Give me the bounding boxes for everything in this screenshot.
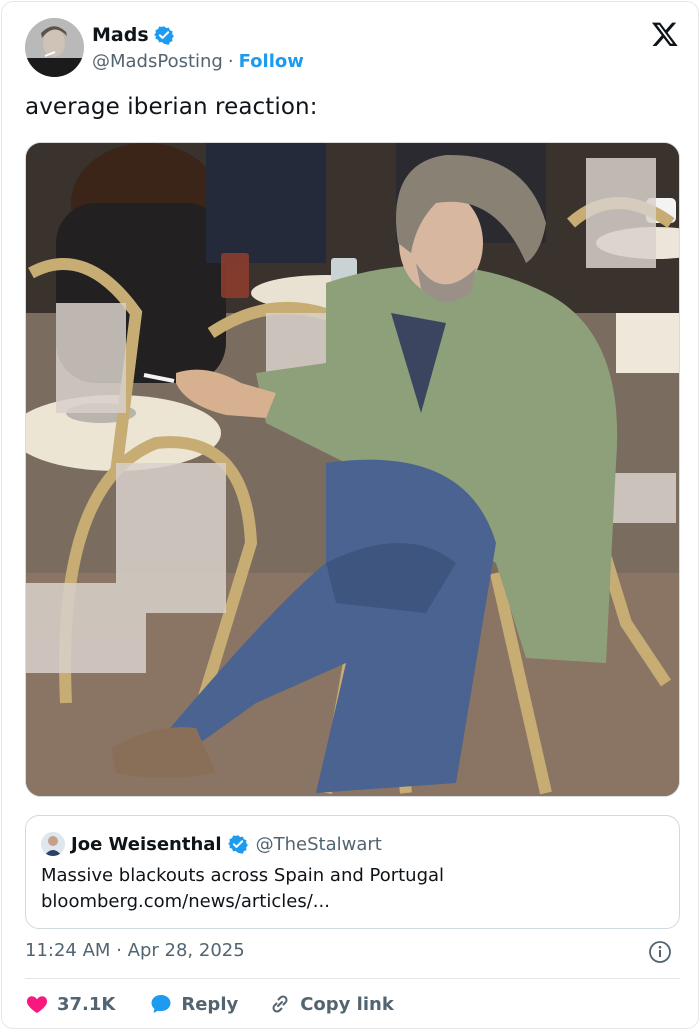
timestamp-separator: ·: [116, 940, 122, 961]
author-name[interactable]: Mads: [92, 24, 149, 46]
follow-button[interactable]: Follow: [239, 51, 304, 72]
quoted-tweet[interactable]: Joe Weisenthal @TheStalwart Massive blac…: [25, 815, 680, 929]
tweet-date: Apr 28, 2025: [127, 940, 245, 961]
x-logo-icon[interactable]: [651, 20, 679, 48]
quoted-author-avatar[interactable]: [41, 832, 65, 856]
reply-label: Reply: [181, 993, 239, 1015]
tweet-header: Mads @MadsPosting · Follow: [25, 18, 685, 80]
link-icon: [272, 995, 288, 1013]
tweet-photo[interactable]: [25, 142, 680, 797]
divider: [25, 978, 680, 979]
tweet-card: Mads @MadsPosting · Follow average iberi…: [1, 1, 699, 1029]
quoted-tweet-link[interactable]: bloomberg.com/news/articles/...: [41, 889, 444, 915]
reply-button[interactable]: Reply: [149, 992, 238, 1016]
author-avatar[interactable]: [25, 18, 84, 77]
quoted-author-name[interactable]: Joe Weisenthal: [71, 834, 222, 855]
tweet-text: average iberian reaction:: [25, 94, 318, 120]
author-handle[interactable]: @MadsPosting: [92, 51, 223, 72]
verified-badge-icon: [153, 25, 174, 45]
copy-link-button[interactable]: Copy link: [268, 992, 394, 1016]
quoted-verified-badge-icon: [227, 834, 248, 854]
action-bar: 37.1K Reply Copy link: [25, 990, 394, 1018]
like-count: 37.1K: [57, 993, 116, 1015]
tweet-timestamp[interactable]: 11:24 AM · Apr 28, 2025: [25, 940, 245, 961]
heart-icon: [26, 996, 48, 1013]
like-button[interactable]: 37.1K: [25, 992, 115, 1016]
avatar-portrait: [25, 18, 84, 77]
handle-separator: ·: [227, 51, 234, 72]
quoted-tweet-text: Massive blackouts across Spain and Portu…: [41, 865, 445, 886]
copy-link-label: Copy link: [300, 993, 394, 1015]
tweet-time: 11:24 AM: [25, 940, 111, 961]
cafe-photo-illustration: [26, 143, 679, 796]
reply-bubble-icon: [151, 995, 171, 1013]
info-icon[interactable]: [648, 940, 672, 964]
quoted-author-handle[interactable]: @TheStalwart: [256, 834, 382, 855]
